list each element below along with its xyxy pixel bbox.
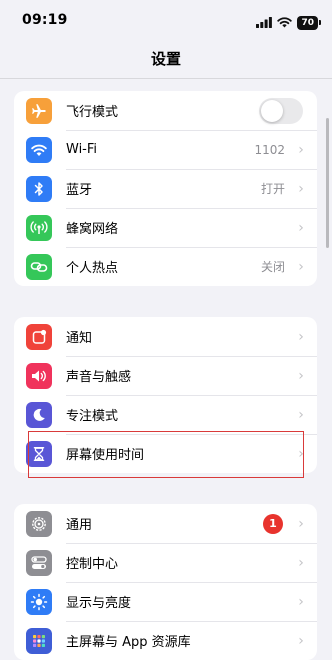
notifications-group: 通知 › 声音与触感 › 专注模式 › 屏幕使用时间 › (14, 317, 317, 473)
display-label: 显示与亮度 (66, 596, 132, 611)
row-notifications[interactable]: 通知 › (14, 317, 317, 356)
notifications-label: 通知 (66, 331, 93, 346)
scrollbar[interactable] (326, 118, 329, 248)
page-title: 设置 (150, 50, 181, 68)
nav-divider (0, 78, 332, 79)
toggle-knob (261, 99, 283, 122)
link-icon (26, 253, 52, 280)
chevron-right-icon: › (298, 632, 304, 649)
chevron-right-icon: › (298, 141, 304, 158)
bluetooth-label: 蓝牙 (66, 183, 93, 198)
bell-icon (26, 323, 52, 350)
chevron-right-icon: › (298, 593, 304, 610)
row-home-screen[interactable]: 主屏幕与 App 资源库 › (14, 621, 317, 660)
cellular-label: 蜂窝网络 (66, 222, 119, 237)
wifi-label: Wi-Fi (66, 142, 98, 157)
chevron-right-icon: › (298, 515, 304, 532)
screen-time-label: 屏幕使用时间 (66, 448, 145, 463)
switches-icon (26, 549, 52, 576)
airplane-icon (26, 97, 52, 124)
chevron-right-icon: › (298, 445, 304, 462)
chevron-right-icon: › (298, 406, 304, 423)
row-wifi[interactable]: Wi-Fi 1102 › (14, 130, 317, 169)
bluetooth-icon (26, 175, 52, 202)
signal-icon (256, 13, 273, 32)
update-badge: 1 (263, 513, 283, 534)
general-label: 通用 (66, 518, 93, 533)
row-airplane-mode: 飞行模式 (14, 91, 317, 130)
chevron-right-icon: › (298, 328, 304, 345)
hotspot-label: 个人热点 (66, 261, 119, 276)
chevron-right-icon: › (298, 180, 304, 197)
status-time: 09:19 (22, 12, 68, 28)
control-center-label: 控制中心 (66, 557, 119, 572)
wifi-status-icon (277, 13, 293, 32)
row-display[interactable]: 显示与亮度 › (14, 582, 317, 621)
speaker-icon (26, 362, 52, 389)
antenna-icon (26, 214, 52, 241)
row-sounds[interactable]: 声音与触感 › (14, 356, 317, 395)
row-screen-time[interactable]: 屏幕使用时间 › (14, 434, 317, 473)
battery-indicator: 70 (297, 15, 321, 30)
moon-icon (26, 401, 52, 428)
row-focus[interactable]: 专注模式 › (14, 395, 317, 434)
wifi-icon (26, 136, 52, 163)
status-indicators: 70 (256, 13, 321, 32)
hourglass-icon (26, 440, 52, 467)
chevron-right-icon: › (298, 367, 304, 384)
airplane-mode-toggle[interactable] (259, 97, 303, 124)
chevron-right-icon: › (298, 554, 304, 571)
chevron-right-icon: › (298, 258, 304, 275)
row-bluetooth[interactable]: 蓝牙 打开 › (14, 169, 317, 208)
app-grid-icon (26, 627, 52, 654)
sounds-label: 声音与触感 (66, 370, 132, 385)
hotspot-value: 关闭 (260, 260, 285, 274)
wifi-value: 1102 (254, 142, 285, 157)
status-bar: 09:19 70 (0, 0, 332, 40)
bluetooth-value: 打开 (260, 182, 285, 196)
general-group: 通用 1 › 控制中心 › 显示与亮度 › 主屏幕与 App 资源库 › (14, 504, 317, 660)
connectivity-group: 飞行模式 Wi-Fi 1102 › 蓝牙 打开 › 蜂窝网络 › 个人热点 关闭… (14, 91, 317, 286)
focus-label: 专注模式 (66, 409, 119, 424)
home-screen-label: 主屏幕与 App 资源库 (66, 635, 191, 650)
row-control-center[interactable]: 控制中心 › (14, 543, 317, 582)
airplane-mode-label: 飞行模式 (66, 105, 119, 120)
gear-icon (26, 510, 52, 537)
sun-icon (26, 588, 52, 615)
row-general[interactable]: 通用 1 › (14, 504, 317, 543)
row-hotspot[interactable]: 个人热点 关闭 › (14, 247, 317, 286)
row-cellular[interactable]: 蜂窝网络 › (14, 208, 317, 247)
chevron-right-icon: › (298, 219, 304, 236)
